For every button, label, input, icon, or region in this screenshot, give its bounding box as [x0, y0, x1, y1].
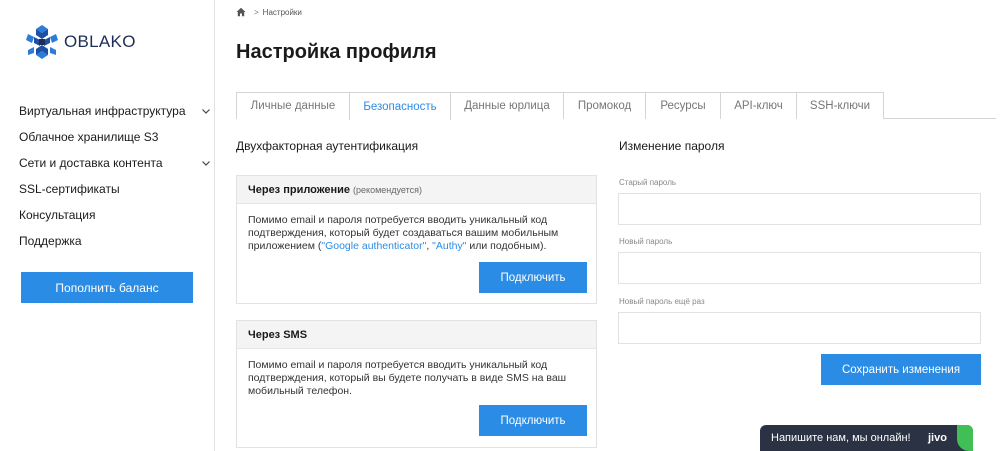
tab-security[interactable]: Безопасность [349, 92, 451, 120]
card-description: Помимо email и пароля потребуется вводит… [248, 359, 567, 397]
card-header: Через приложение (рекомендуется) [237, 176, 596, 204]
tab-promo-code[interactable]: Промокод [563, 92, 646, 119]
sidebar-nav: Виртуальная инфраструктура Облачное хран… [19, 98, 211, 254]
two-factor-sms-card: Через SMS Помимо email и пароля потребуе… [236, 320, 597, 448]
sidebar-item-virtual-infrastructure[interactable]: Виртуальная инфраструктура [19, 98, 211, 124]
sidebar-item-ssl[interactable]: SSL-сертификаты [19, 176, 211, 202]
cube-cluster-logo-icon [26, 25, 58, 59]
tab-ssh-keys[interactable]: SSH-ключи [796, 92, 884, 119]
brand-name: OBLAKO [64, 32, 136, 51]
repeat-password-input[interactable] [618, 312, 981, 344]
chevron-down-icon [201, 158, 211, 168]
new-password-label: Новый пароль [619, 237, 673, 246]
tab-resources[interactable]: Ресурсы [645, 92, 721, 119]
breadcrumb-separator: > [254, 7, 259, 17]
home-icon[interactable] [236, 7, 246, 17]
repeat-password-label: Новый пароль ещё раз [619, 297, 705, 306]
sidebar-item-label: Облачное хранилище S3 [19, 130, 159, 144]
page-title: Настройка профиля [236, 41, 437, 63]
sidebar-item-support[interactable]: Поддержка [19, 228, 211, 254]
connect-app-button[interactable]: Подключить [479, 262, 587, 293]
chat-widget-text: Напишите нам, мы онлайн! [771, 432, 911, 444]
password-change-title: Изменение пароля [619, 139, 725, 153]
tab-bar: Личные данные Безопасность Данные юрлица… [236, 92, 996, 120]
connect-sms-button[interactable]: Подключить [479, 405, 587, 436]
save-changes-button[interactable]: Сохранить изменения [821, 354, 981, 385]
two-factor-title: Двухфакторная аутентификация [236, 139, 419, 153]
sidebar-item-label: SSL-сертификаты [19, 182, 120, 196]
top-up-balance-button[interactable]: Пополнить баланс [21, 272, 193, 303]
tab-api-key[interactable]: API-ключ [720, 92, 797, 119]
card-header: Через SMS [237, 321, 596, 349]
sidebar-item-networks-cdn[interactable]: Сети и доставка контента [19, 150, 211, 176]
tab-personal-data[interactable]: Личные данные [236, 92, 350, 119]
google-authenticator-link[interactable]: "Google authenticator" [321, 240, 426, 252]
tab-legal-entity[interactable]: Данные юрлица [450, 92, 564, 119]
chevron-down-icon [201, 106, 211, 116]
jivo-logo: jivo [928, 432, 947, 444]
recommended-hint: (рекомендуется) [353, 184, 423, 195]
breadcrumb: > Настройки [236, 7, 302, 17]
new-password-input[interactable] [618, 252, 981, 284]
card-description: Помимо email и пароля потребуется вводит… [237, 204, 596, 253]
sidebar-item-consulting[interactable]: Консультация [19, 202, 211, 228]
description-text: или подобным). [466, 240, 547, 252]
card-heading: Через приложение [248, 183, 351, 196]
two-factor-app-card: Через приложение (рекомендуется) Помимо … [236, 175, 597, 304]
sidebar: OBLAKO Виртуальная инфраструктура Облачн… [0, 0, 215, 451]
chat-widget[interactable]: Напишите нам, мы онлайн! jivo [760, 425, 973, 451]
sidebar-item-label: Консультация [19, 208, 96, 222]
sidebar-item-label: Виртуальная инфраструктура [19, 104, 186, 118]
main-content: > Настройки Настройка профиля Личные дан… [236, 0, 1000, 451]
old-password-label: Старый пароль [619, 178, 677, 187]
breadcrumb-current: Настройки [262, 7, 302, 17]
sidebar-item-s3-storage[interactable]: Облачное хранилище S3 [19, 124, 211, 150]
logo[interactable]: OBLAKO [22, 22, 136, 62]
online-status-icon [957, 425, 973, 451]
card-heading: Через SMS [248, 328, 308, 341]
authy-link[interactable]: "Authy" [432, 240, 466, 252]
old-password-input[interactable] [618, 193, 981, 225]
sidebar-item-label: Сети и доставка контента [19, 156, 163, 170]
sidebar-item-label: Поддержка [19, 234, 82, 248]
